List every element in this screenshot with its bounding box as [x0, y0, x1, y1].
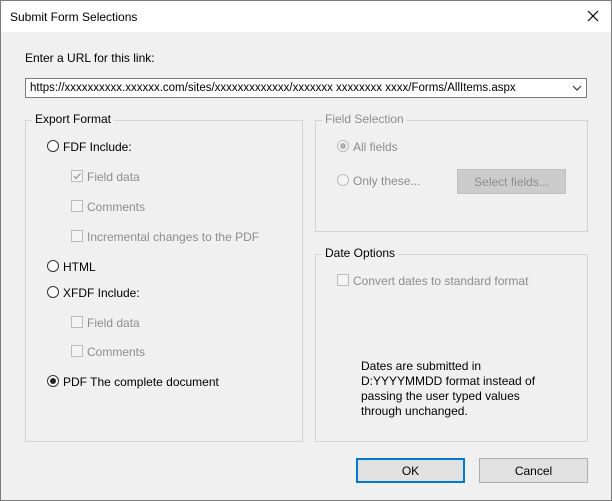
xfdf-comments-label: Comments [87, 345, 146, 359]
all-fields-label: All fields [353, 140, 398, 154]
fdf-incremental-checkbox[interactable] [71, 230, 83, 242]
fdf-field-data-checkbox[interactable] [71, 170, 83, 182]
pdf-radio[interactable] [47, 375, 59, 387]
fdf-label: FDF Include: [63, 140, 132, 154]
export-format-group: Export Format [25, 112, 303, 442]
title-bar: Submit Form Selections [1, 1, 611, 32]
date-options-title: Date Options [322, 246, 399, 260]
close-icon [587, 10, 599, 22]
fdf-comments-label: Comments [87, 200, 146, 214]
convert-dates-label: Convert dates to standard format [353, 274, 529, 288]
xfdf-field-data-checkbox[interactable] [71, 316, 83, 328]
url-label: Enter a URL for this link: [25, 51, 155, 65]
url-combobox[interactable]: https://xxxxxxxxxx.xxxxxx.com/sites/xxxx… [25, 78, 587, 98]
fdf-comments-checkbox[interactable] [71, 200, 83, 212]
xfdf-field-data-label: Field data [87, 316, 140, 330]
submit-form-dialog: Submit Form Selections Enter a URL for t… [0, 0, 612, 501]
fdf-field-data-label: Field data [87, 170, 140, 184]
html-radio[interactable] [47, 260, 59, 272]
all-fields-radio[interactable] [337, 140, 349, 152]
chevron-down-icon[interactable] [572, 83, 582, 93]
convert-dates-checkbox[interactable] [337, 274, 349, 286]
ok-button[interactable]: OK [356, 458, 465, 483]
cancel-button[interactable]: Cancel [479, 458, 588, 483]
only-these-label: Only these... [353, 174, 421, 188]
checkmark-icon [73, 173, 81, 180]
window-title: Submit Form Selections [10, 10, 138, 24]
only-these-radio[interactable] [337, 174, 349, 186]
fdf-radio[interactable] [47, 140, 59, 152]
url-input-value[interactable]: https://xxxxxxxxxx.xxxxxx.com/sites/xxxx… [30, 82, 516, 94]
field-selection-title: Field Selection [322, 112, 407, 126]
xfdf-radio[interactable] [47, 286, 59, 298]
export-format-title: Export Format [32, 112, 115, 126]
pdf-label: PDF The complete document [63, 375, 219, 389]
xfdf-label: XFDF Include: [63, 286, 140, 300]
fdf-incremental-label: Incremental changes to the PDF [87, 230, 260, 244]
xfdf-comments-checkbox[interactable] [71, 345, 83, 357]
date-info-text: Dates are submitted in D:YYYYMMDD format… [361, 359, 536, 418]
close-button[interactable] [581, 5, 605, 27]
select-fields-button[interactable]: Select fields... [457, 169, 566, 194]
html-label: HTML [63, 260, 96, 274]
